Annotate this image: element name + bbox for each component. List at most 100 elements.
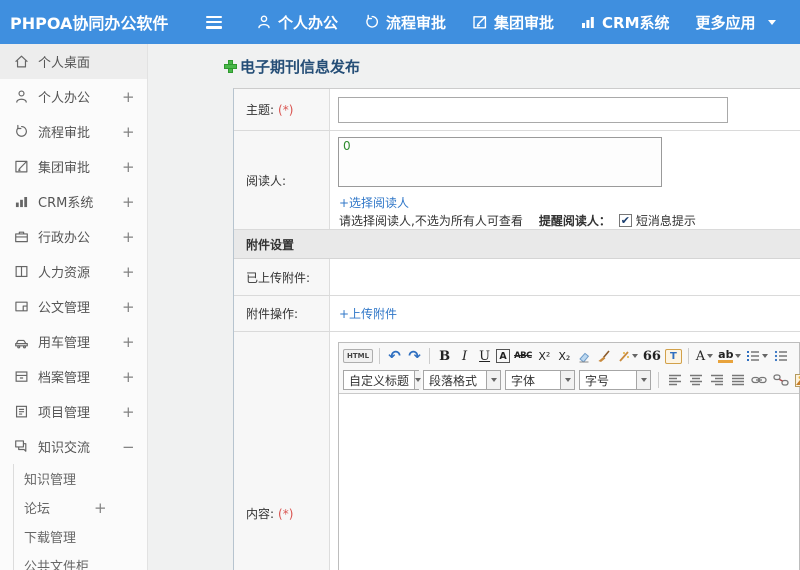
expand-toggle[interactable]: +: [122, 228, 135, 246]
sidebar-item-archive-mgmt[interactable]: 档案管理 +: [0, 359, 147, 394]
blockquote-button[interactable]: 66: [642, 346, 662, 366]
insert-link-icon[interactable]: [750, 370, 768, 390]
readers-textarea[interactable]: 0: [338, 137, 662, 187]
editor-content-area[interactable]: [339, 394, 799, 570]
eraser-icon[interactable]: [576, 346, 593, 366]
sidebar-item-forum[interactable]: 论坛 +: [14, 493, 147, 522]
sidebar-item-label: CRM系统: [38, 196, 94, 211]
insert-image-icon[interactable]: [794, 370, 800, 390]
remove-link-icon[interactable]: [772, 370, 790, 390]
hamburger-menu-icon[interactable]: [206, 15, 222, 29]
sidebar-item-group-approval[interactable]: 集团审批 +: [0, 149, 147, 184]
sidebar-item-label: 用车管理: [38, 336, 91, 351]
sidebar-item-process-approval[interactable]: 流程审批 +: [0, 114, 147, 149]
readers-label: 阅读人:: [246, 173, 287, 188]
align-justify-button[interactable]: [729, 370, 746, 390]
font-family-select[interactable]: 字体: [505, 370, 575, 390]
paste-as-text-button[interactable]: T: [664, 348, 682, 364]
font-select-value: 字体: [511, 373, 536, 388]
sidebar-item-document-mgmt[interactable]: 公文管理 +: [0, 289, 147, 324]
heading-select-value: 自定义标题: [349, 373, 410, 388]
upload-attachment-link[interactable]: +上传附件: [339, 305, 397, 322]
expand-toggle[interactable]: +: [94, 499, 107, 517]
sidebar-item-download-mgmt[interactable]: 下载管理: [14, 522, 147, 551]
sidebar-item-knowledge-exchange[interactable]: 知识交流 −: [0, 429, 147, 464]
content-label-cell: 内容: (*): [234, 332, 330, 570]
uploaded-attachments-row: 已上传附件:: [234, 259, 800, 296]
sidebar-item-personal-desktop[interactable]: 个人桌面: [0, 44, 147, 79]
paragraph-select-value: 段落格式: [429, 373, 478, 388]
expand-toggle[interactable]: +: [122, 263, 135, 281]
align-center-button[interactable]: [687, 370, 704, 390]
sms-checkbox[interactable]: ✔: [618, 214, 632, 227]
readers-hint-row: 请选择阅读人,不选为所有人可查看 提醒阅读人： ✔ 短消息提示: [339, 212, 696, 229]
collapse-toggle[interactable]: −: [122, 438, 135, 456]
sidebar-item-admin-office[interactable]: 行政办公 +: [0, 219, 147, 254]
nav-group-approval[interactable]: 集团审批: [472, 12, 554, 33]
required-mark: (*): [278, 506, 294, 521]
expand-toggle[interactable]: +: [122, 88, 135, 106]
superscript-button[interactable]: X²: [536, 346, 553, 366]
car-icon: [14, 334, 30, 349]
sidebar-item-label: 行政办公: [38, 231, 91, 246]
expand-toggle[interactable]: +: [122, 333, 135, 351]
subject-label: 主题:: [246, 103, 275, 117]
format-brush-icon[interactable]: [596, 346, 613, 366]
sidebar-item-label: 公共文件柜: [24, 560, 90, 570]
expand-toggle[interactable]: +: [122, 368, 135, 386]
sidebar-item-label: 项目管理: [38, 406, 91, 421]
heading-select[interactable]: 自定义标题: [343, 370, 422, 390]
italic-button[interactable]: I: [456, 346, 473, 366]
paragraph-format-select[interactable]: 段落格式: [423, 370, 501, 390]
subject-input[interactable]: [338, 97, 728, 123]
clipboard-icon: [14, 404, 30, 419]
publish-form-table: 主题: (*) 阅读人: 0 +选择阅读人 请选择阅读人,不选为所有人可查看 提…: [233, 88, 800, 570]
strikethrough-button[interactable]: ABC: [513, 346, 533, 366]
select-readers-link[interactable]: +选择阅读人: [339, 194, 409, 211]
align-right-button[interactable]: [708, 370, 725, 390]
uploaded-label-cell: 已上传附件:: [234, 259, 330, 295]
expand-toggle[interactable]: +: [122, 403, 135, 421]
nav-process-approval[interactable]: 流程审批: [364, 12, 446, 33]
align-left-button[interactable]: [666, 370, 683, 390]
autoformat-wand-icon[interactable]: [616, 346, 639, 366]
expand-toggle[interactable]: +: [122, 298, 135, 316]
unordered-list-button[interactable]: [772, 346, 789, 366]
sidebar-item-personal-office[interactable]: 个人办公 +: [0, 79, 147, 114]
sidebar-item-project-mgmt[interactable]: 项目管理 +: [0, 394, 147, 429]
font-color-button[interactable]: A: [695, 346, 714, 366]
sidebar-item-crm[interactable]: CRM系统 +: [0, 184, 147, 219]
bar-chart-icon: [14, 194, 30, 209]
underline-button[interactable]: U: [476, 346, 493, 366]
redo-icon[interactable]: ↷: [406, 346, 423, 366]
ordered-list-button[interactable]: [745, 346, 769, 366]
undo-icon[interactable]: ↶: [386, 346, 403, 366]
sidebar-item-vehicle-mgmt[interactable]: 用车管理 +: [0, 324, 147, 359]
subscript-button[interactable]: X₂: [556, 346, 573, 366]
caret-down-icon[interactable]: [767, 19, 776, 25]
toolbar-separator: [429, 348, 431, 364]
sidebar-item-hr[interactable]: 人力资源 +: [0, 254, 147, 289]
toolbar-separator: [379, 348, 381, 364]
required-mark: (*): [278, 102, 294, 117]
nav-label: 流程审批: [386, 13, 447, 32]
sidebar-item-knowledge-mgmt[interactable]: 知识管理: [14, 464, 147, 493]
expand-toggle[interactable]: +: [122, 123, 135, 141]
html-source-button[interactable]: HTML: [343, 349, 374, 363]
undo-arrow-icon: [14, 124, 30, 139]
toolbar-separator: [687, 348, 689, 364]
bold-button[interactable]: B: [436, 346, 453, 366]
remind-readers-label: 提醒阅读人：: [538, 214, 611, 228]
nav-more-apps[interactable]: 更多应用: [696, 12, 756, 33]
font-style-button[interactable]: A: [496, 349, 511, 363]
expand-toggle[interactable]: +: [122, 193, 135, 211]
font-size-select[interactable]: 字号: [579, 370, 651, 390]
expand-toggle[interactable]: +: [122, 158, 135, 176]
sidebar-item-label: 流程审批: [38, 126, 91, 141]
nav-crm[interactable]: CRM系统: [580, 12, 670, 33]
editor-toolbar-row2: 自定义标题 段落格式 字体 字号: [339, 369, 800, 394]
attachment-section-header: 附件设置: [234, 230, 800, 259]
nav-personal-office[interactable]: 个人办公: [256, 12, 338, 33]
highlight-color-button[interactable]: ab: [717, 346, 742, 366]
sidebar-item-public-cabinet[interactable]: 公共文件柜: [14, 551, 147, 570]
